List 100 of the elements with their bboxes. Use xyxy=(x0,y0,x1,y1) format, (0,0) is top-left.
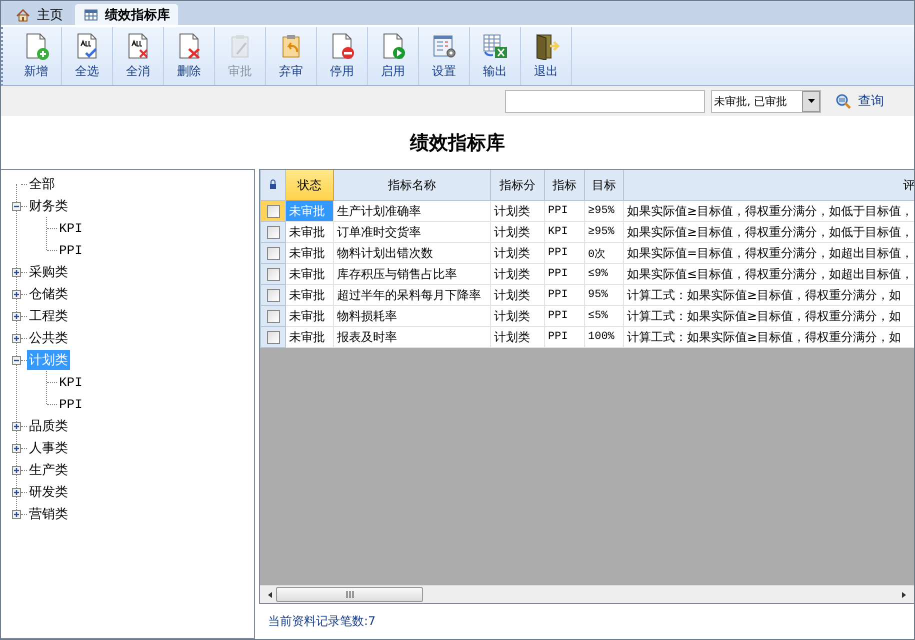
tab[interactable]: 绩效指标库 xyxy=(75,4,178,25)
table-cell: 未审批 xyxy=(286,200,334,222)
table-cell: ≤9% xyxy=(584,264,624,284)
query-button[interactable]: 查询 xyxy=(835,92,884,110)
tree-toggle[interactable] xyxy=(12,422,21,430)
right-arrow-icon[interactable] xyxy=(900,590,908,598)
table-cell: 100% xyxy=(584,326,624,348)
grip-icon xyxy=(346,591,354,598)
tree-item[interactable]: KPI xyxy=(57,220,84,236)
plus-icon xyxy=(13,444,20,452)
tree-toggle[interactable] xyxy=(12,356,21,364)
house-icon xyxy=(15,6,31,22)
row-checkbox[interactable] xyxy=(266,205,280,218)
status-dropdown[interactable]: 未审批, 已审批 xyxy=(711,90,821,112)
scroll-thumb[interactable] xyxy=(276,587,423,602)
plus-icon xyxy=(13,334,20,342)
toolbar-button[interactable]: 全消 xyxy=(113,27,164,85)
tree-toggle[interactable] xyxy=(12,268,21,276)
row-checkbox[interactable] xyxy=(266,268,280,282)
tree-toggle[interactable] xyxy=(12,334,21,342)
tree-item[interactable]: 采购类 xyxy=(27,262,70,282)
tree-toggle[interactable] xyxy=(12,202,21,210)
tree-toggle[interactable] xyxy=(12,312,21,320)
table-cell: ≤5% xyxy=(584,306,624,326)
column-header[interactable]: 指标 xyxy=(544,170,584,200)
toolbar-button[interactable]: 输出 xyxy=(470,27,521,85)
row-checkbox[interactable] xyxy=(266,310,280,324)
record-count: 当前资料记录笔数:7 xyxy=(268,613,376,630)
column-header[interactable]: 指标名称 xyxy=(334,170,490,200)
table-cell: 计划类 xyxy=(490,242,544,264)
table-cell: 未审批 xyxy=(286,242,334,264)
tree-item[interactable]: PPI xyxy=(57,396,84,412)
tree-item[interactable]: KPI xyxy=(57,374,84,390)
table-cell: 计划类 xyxy=(490,326,544,348)
toolbar-button[interactable]: 全选 xyxy=(62,27,113,85)
table-cell: 0次 xyxy=(584,242,624,264)
tree-toggle[interactable] xyxy=(12,466,21,474)
table-cell: 生产计划准确率 xyxy=(334,200,490,222)
table-cell: PPI xyxy=(544,264,584,284)
tree-item[interactable]: 工程类 xyxy=(27,306,70,326)
table-cell: 物料计划出错次数 xyxy=(334,242,490,264)
row-checkbox[interactable] xyxy=(266,331,280,344)
tree-item[interactable]: PPI xyxy=(57,242,84,258)
page-title: 绩效指标库 xyxy=(410,130,505,156)
tree-item[interactable]: 全部 xyxy=(27,174,57,194)
row-checkbox[interactable] xyxy=(266,226,280,240)
left-arrow-icon[interactable] xyxy=(266,590,274,598)
toolbar-button[interactable]: 启用 xyxy=(368,27,419,85)
toolbar-button[interactable]: 删除 xyxy=(164,27,215,85)
tree-toggle[interactable] xyxy=(12,444,21,452)
table-cell: 未审批 xyxy=(286,326,334,348)
tree-item[interactable]: 生产类 xyxy=(27,460,70,480)
search-field[interactable] xyxy=(505,90,705,112)
table-cell: KPI xyxy=(544,222,584,242)
caret-icon xyxy=(808,99,814,103)
tree-item[interactable]: 营销类 xyxy=(27,504,70,524)
table-cell: PPI xyxy=(544,284,584,306)
table-cell: ≥95% xyxy=(584,200,624,222)
tree-item[interactable]: 公共类 xyxy=(27,328,70,348)
toolbar-button[interactable]: 停用 xyxy=(317,27,368,85)
table-cell: 未审批 xyxy=(286,306,334,326)
plus-icon xyxy=(13,488,20,496)
table-cell: 95% xyxy=(584,284,624,306)
tree-toggle[interactable] xyxy=(12,290,21,298)
tree-item[interactable]: 财务类 xyxy=(27,196,70,216)
toolbar-button[interactable]: 弃审 xyxy=(266,27,317,85)
tree-item[interactable]: 仓储类 xyxy=(27,284,70,304)
plus-icon xyxy=(13,466,20,474)
row-checkbox[interactable] xyxy=(266,247,280,260)
table-cell: 计划类 xyxy=(490,222,544,242)
column-header[interactable]: 指标分 xyxy=(490,170,544,200)
toolbar-button[interactable]: 退出 xyxy=(521,27,572,85)
column-header[interactable]: 目标 xyxy=(584,170,624,200)
table-cell: 订单准时交货率 xyxy=(334,222,490,242)
tree-item[interactable]: 研发类 xyxy=(27,482,70,502)
tab[interactable]: 主页 xyxy=(7,4,71,25)
table-cell: 报表及时率 xyxy=(334,326,490,348)
toolbar-button[interactable]: 设置 xyxy=(419,27,470,85)
table-icon xyxy=(83,6,99,22)
tree-item[interactable]: 品质类 xyxy=(27,416,70,436)
toolbar-button[interactable]: 新增 xyxy=(11,27,62,85)
table-cell: 计划类 xyxy=(490,306,544,326)
table-cell: 超过半年的呆料每月下降率 xyxy=(334,284,490,306)
table-cell: 未审批 xyxy=(286,264,334,284)
plus-icon xyxy=(13,290,20,298)
table-cell: 未审批 xyxy=(286,222,334,242)
table-cell: PPI xyxy=(544,200,584,222)
plus-icon xyxy=(13,510,20,518)
plus-icon xyxy=(13,422,20,430)
table-cell: ≥95% xyxy=(584,222,624,242)
horizontal-scrollbar[interactable] xyxy=(260,585,914,603)
plus-icon xyxy=(13,312,20,320)
column-header[interactable]: 状态 xyxy=(286,170,334,200)
table-cell: PPI xyxy=(544,306,584,326)
row-checkbox[interactable] xyxy=(266,289,280,302)
magnifier-icon xyxy=(835,93,853,109)
tree-toggle[interactable] xyxy=(12,488,21,496)
plus-icon xyxy=(13,268,20,276)
tree-item[interactable]: 人事类 xyxy=(27,438,70,458)
tree-toggle[interactable] xyxy=(12,510,21,518)
